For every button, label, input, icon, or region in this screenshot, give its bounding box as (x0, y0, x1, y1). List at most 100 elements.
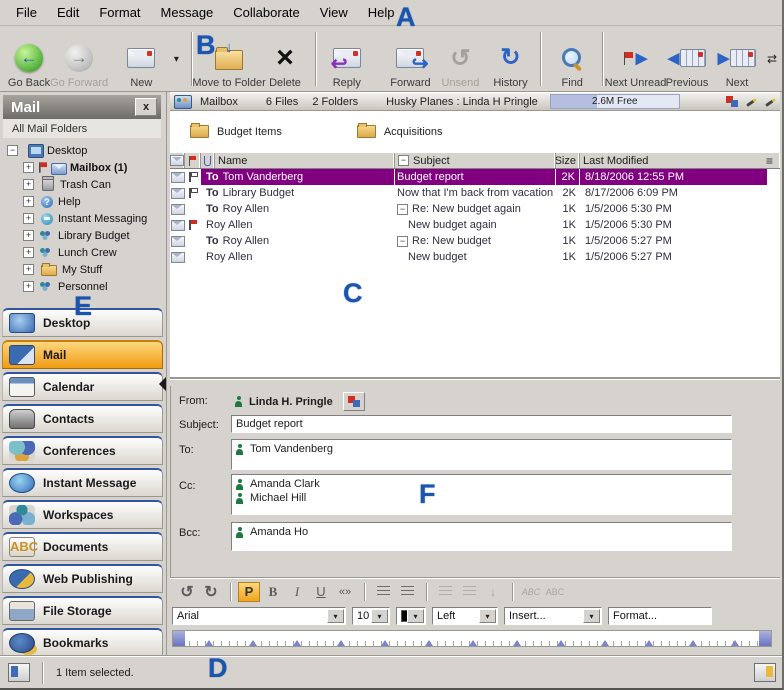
menu-file[interactable]: File (6, 3, 47, 22)
message-row[interactable]: ToTom Vanderberg Budget report 2K 8/18/2… (170, 169, 780, 185)
column-attachment[interactable] (201, 153, 215, 168)
shortcut-budget-items[interactable]: Budget Items (190, 125, 282, 138)
column-name[interactable]: Name (215, 153, 395, 168)
sidebar-item-documents[interactable]: ABC Documents (2, 532, 163, 561)
collapse-box-icon[interactable]: − (7, 145, 18, 156)
tree-item-instant-messaging[interactable]: + Instant Messaging (3, 210, 163, 227)
menu-view[interactable]: View (310, 3, 358, 22)
message-row[interactable]: Roy Allen New budget 1K 1/5/2006 5:27 PM (170, 249, 780, 265)
compose-icon[interactable] (763, 96, 776, 108)
bcc-field[interactable]: Amanda Ho (231, 522, 732, 551)
expand-box-icon[interactable]: + (23, 179, 34, 190)
menu-format[interactable]: Format (89, 3, 150, 22)
tree-item-trash-can[interactable]: + Trash Can (3, 176, 163, 193)
find-button[interactable]: Find (547, 28, 597, 90)
ruler-right-cap[interactable] (759, 631, 771, 646)
indent-button[interactable] (372, 582, 394, 602)
expand-box-icon[interactable]: + (23, 281, 34, 292)
column-mail-type[interactable] (170, 153, 185, 168)
ruler-left-cap[interactable] (173, 631, 185, 646)
insert-select[interactable]: Insert...▾ (504, 607, 602, 625)
calendar-status-icon[interactable] (754, 663, 776, 682)
paragraph-style-button[interactable]: P (238, 582, 260, 602)
left-arrow-icon: ◀ (668, 49, 680, 67)
sidebar-item-web-publishing[interactable]: Web Publishing (2, 564, 163, 593)
sidebar-item-instant-message[interactable]: Instant Message (2, 468, 163, 497)
message-row[interactable]: ToLibrary Budget Now that I'm back from … (170, 185, 780, 201)
quote-button[interactable]: «» (334, 582, 356, 602)
new-dropdown-button[interactable]: ▾ (166, 28, 186, 90)
tree-item-mailbox[interactable]: + Mailbox (1) (3, 159, 163, 176)
subject-field[interactable]: Budget report (231, 415, 732, 433)
folder-filter[interactable]: All Mail Folders (3, 119, 161, 138)
next-button[interactable]: ▶ Next (712, 28, 762, 90)
sidebar-collapse-handle[interactable] (159, 377, 166, 391)
forward-button[interactable]: ↪ Forward (385, 28, 435, 90)
toolbar-overflow-button[interactable]: ⇄ (762, 28, 782, 90)
message-row[interactable]: ToRoy Allen −Re: New budget 1K 1/5/2006 … (170, 233, 780, 249)
font-family-select[interactable]: Arial▾ (172, 607, 346, 625)
expand-box-icon[interactable]: + (23, 264, 34, 275)
reply-button[interactable]: ↩ Reply (322, 28, 372, 90)
collapse-thread-icon[interactable]: − (397, 236, 408, 247)
message-row[interactable]: ToRoy Allen −Re: New budget again 1K 1/5… (170, 201, 780, 217)
column-last-modified[interactable]: Last Modified ≡ (580, 153, 780, 168)
format-select[interactable]: Format... (608, 607, 712, 625)
history-button[interactable]: ↻ History (485, 28, 535, 90)
sidebar-item-mail[interactable]: Mail (2, 340, 163, 369)
column-size[interactable]: Size (556, 153, 580, 168)
outdent-button[interactable] (396, 582, 418, 602)
list-menu-icon[interactable]: ≡ (766, 154, 777, 168)
menu-collaborate[interactable]: Collaborate (223, 3, 310, 22)
tree-item-library-budget[interactable]: + Library Budget (3, 227, 163, 244)
column-flag[interactable] (185, 153, 201, 168)
shortcut-acquisitions[interactable]: Acquisitions (357, 125, 443, 138)
collapse-thread-icon[interactable]: − (397, 204, 408, 215)
bcc-label: Bcc: (179, 527, 200, 539)
bold-button[interactable]: B (262, 582, 284, 602)
delete-button[interactable]: × Delete (260, 28, 310, 90)
italic-button[interactable]: I (286, 582, 308, 602)
sidebar-item-bookmarks[interactable]: Bookmarks (2, 628, 163, 657)
expand-box-icon[interactable]: + (23, 162, 34, 173)
panel-toggle-icon[interactable] (8, 663, 30, 682)
font-color-select[interactable]: ▾ (396, 607, 426, 625)
column-subject[interactable]: − Subject (395, 153, 556, 168)
redo-button[interactable]: ↻ (200, 582, 222, 602)
to-field[interactable]: Tom Vandenberg (231, 439, 732, 470)
tree-item-help[interactable]: + ? Help (3, 193, 163, 210)
sidebar-item-contacts[interactable]: Contacts (2, 404, 163, 433)
undo-button[interactable]: ↺ (176, 582, 198, 602)
sidebar-item-conferences[interactable]: Conferences (2, 436, 163, 465)
tree-item-desktop[interactable]: − Desktop (3, 142, 163, 159)
previous-button[interactable]: ◀ Previous (662, 28, 712, 90)
display-settings-icon[interactable] (726, 96, 738, 107)
expand-box-icon[interactable]: + (23, 196, 34, 207)
ruler[interactable] (172, 630, 772, 647)
sender-options-button[interactable] (343, 392, 365, 411)
menu-edit[interactable]: Edit (47, 3, 89, 22)
selection-status: 1 Item selected. (56, 667, 134, 679)
font-size-select[interactable]: 10▾ (352, 607, 390, 625)
expand-box-icon[interactable]: + (23, 247, 34, 258)
go-back-button[interactable]: ← Go Back (4, 28, 54, 90)
panel-close-button[interactable]: x (135, 98, 157, 116)
new-button[interactable]: New (116, 28, 166, 90)
expand-box-icon[interactable]: + (23, 213, 34, 224)
tree-item-lunch-crew[interactable]: + Lunch Crew (3, 244, 163, 261)
alignment-select[interactable]: Left▾ (432, 607, 498, 625)
next-unread-button[interactable]: ▶ Next Unread (609, 28, 662, 90)
underline-button[interactable]: U (310, 582, 332, 602)
sidebar-item-workspaces[interactable]: Workspaces (2, 500, 163, 529)
sidebar-item-calendar[interactable]: Calendar (2, 372, 163, 401)
menu-message[interactable]: Message (151, 3, 224, 22)
cc-field[interactable]: Amanda Clark Michael Hill (231, 474, 732, 515)
collapse-all-icon[interactable]: − (398, 155, 409, 166)
expand-box-icon[interactable]: + (23, 230, 34, 241)
toolbar-separator (364, 583, 366, 601)
edit-icon[interactable] (744, 96, 757, 108)
free-space-label: 2.6M Free (551, 95, 679, 108)
sidebar-item-file-storage[interactable]: File Storage (2, 596, 163, 625)
tree-item-my-stuff[interactable]: + My Stuff (3, 261, 163, 278)
message-row[interactable]: Roy Allen New budget again 1K 1/5/2006 5… (170, 217, 780, 233)
